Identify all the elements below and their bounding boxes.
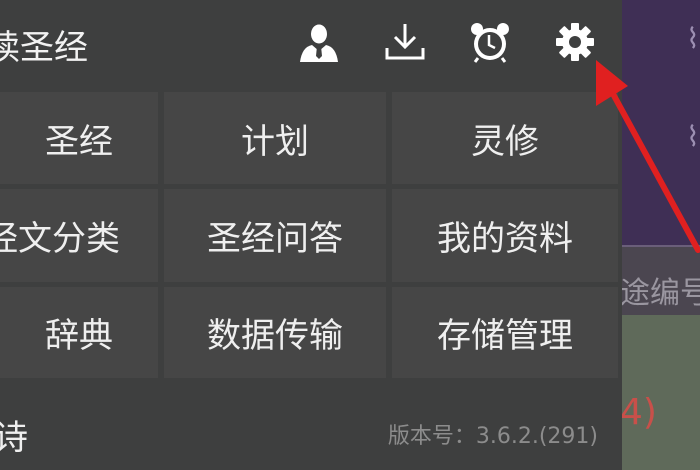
download-icon[interactable]: [383, 20, 427, 64]
menu-item-dictionary[interactable]: 辞典: [0, 287, 158, 378]
menu-grid: 圣经 计划 灵修 经文分类 圣经问答 我的资料 辞典 数据传输 存储管理: [0, 88, 622, 382]
footer-item-poems[interactable]: 诗: [0, 410, 28, 459]
background-icon-2: ⌇: [686, 120, 700, 153]
background-code-text: 4): [620, 392, 657, 433]
background-app: ⌇ ⌇ 途编号 4): [620, 0, 700, 470]
drawer-menu: 读圣经 圣经 计划 灵修 经文分类 圣经问答 我的资料 辞典 数据传输 存储管理…: [0, 0, 622, 470]
menu-item-scripture-categories[interactable]: 经文分类: [0, 189, 158, 282]
menu-item-bible-quiz[interactable]: 圣经问答: [164, 189, 386, 282]
alarm-icon[interactable]: [468, 20, 512, 64]
menu-item-devotion[interactable]: 灵修: [392, 92, 618, 184]
settings-icon[interactable]: [553, 20, 597, 64]
menu-item-my-data[interactable]: 我的资料: [392, 189, 618, 282]
menu-item-data-transfer[interactable]: 数据传输: [164, 287, 386, 378]
menu-item-bible[interactable]: 圣经: [0, 92, 158, 184]
app-title: 读圣经: [0, 28, 88, 68]
background-icon: ⌇: [686, 22, 700, 55]
version-label: 版本号：3.6.2.(291): [387, 424, 598, 449]
menu-item-plan[interactable]: 计划: [164, 92, 386, 184]
drawer-header: 读圣经: [0, 0, 622, 88]
user-icon[interactable]: [297, 20, 341, 64]
background-search-text: 途编号: [620, 276, 700, 311]
menu-item-storage-management[interactable]: 存储管理: [392, 287, 618, 378]
